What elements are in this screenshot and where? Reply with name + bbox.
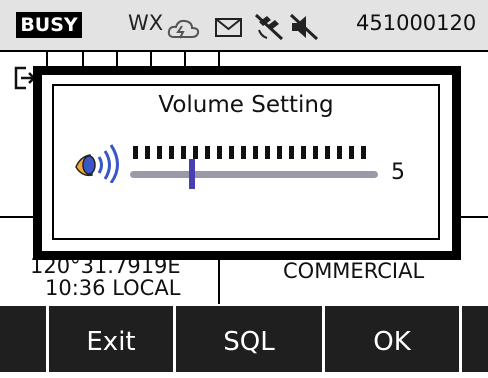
divider [218, 52, 220, 66]
volume-tick [277, 146, 282, 159]
wx-label: WX [128, 11, 164, 35]
mute-icon [288, 12, 320, 46]
speaker-icon [72, 141, 126, 187]
volume-tick [337, 146, 342, 159]
volume-tick [361, 146, 366, 159]
divider [46, 52, 48, 66]
volume-tick [241, 146, 246, 159]
volume-tick [301, 146, 306, 159]
volume-tick [181, 146, 186, 159]
volume-value: 5 [391, 160, 405, 185]
volume-tick [169, 146, 174, 159]
volume-tick [157, 146, 162, 159]
volume-tick [229, 146, 234, 159]
dialog-title: Volume Setting [158, 92, 334, 118]
local-time-text: 10:36 LOCAL [45, 276, 181, 300]
volume-ticks [133, 146, 373, 159]
volume-tick [265, 146, 270, 159]
divider [116, 52, 118, 66]
ok-softkey[interactable]: OK [325, 306, 459, 372]
volume-tick [253, 146, 258, 159]
divider [0, 216, 34, 218]
no-gps-icon [253, 12, 285, 46]
volume-slider-thumb[interactable] [189, 159, 195, 189]
volume-slider-track[interactable] [130, 171, 378, 178]
mail-icon [214, 17, 244, 43]
volume-tick [325, 146, 330, 159]
softkey-divider [459, 306, 462, 372]
divider [460, 216, 488, 218]
volume-tick [133, 146, 138, 159]
volume-tick [217, 146, 222, 159]
volume-tick [193, 146, 198, 159]
exit-softkey[interactable]: Exit [49, 306, 173, 372]
volume-tick [289, 146, 294, 159]
busy-badge: BUSY [16, 12, 82, 38]
divider [218, 260, 220, 304]
channel-type-text: COMMERCIAL [283, 259, 425, 283]
volume-tick [205, 146, 210, 159]
sql-softkey[interactable]: SQL [176, 306, 322, 372]
divider [82, 52, 84, 66]
divider [150, 52, 152, 66]
cloud-icon [166, 17, 202, 45]
volume-tick [313, 146, 318, 159]
mmsi-number: 451000120 [356, 11, 477, 35]
volume-tick [349, 146, 354, 159]
divider [184, 52, 186, 66]
volume-tick [145, 146, 150, 159]
